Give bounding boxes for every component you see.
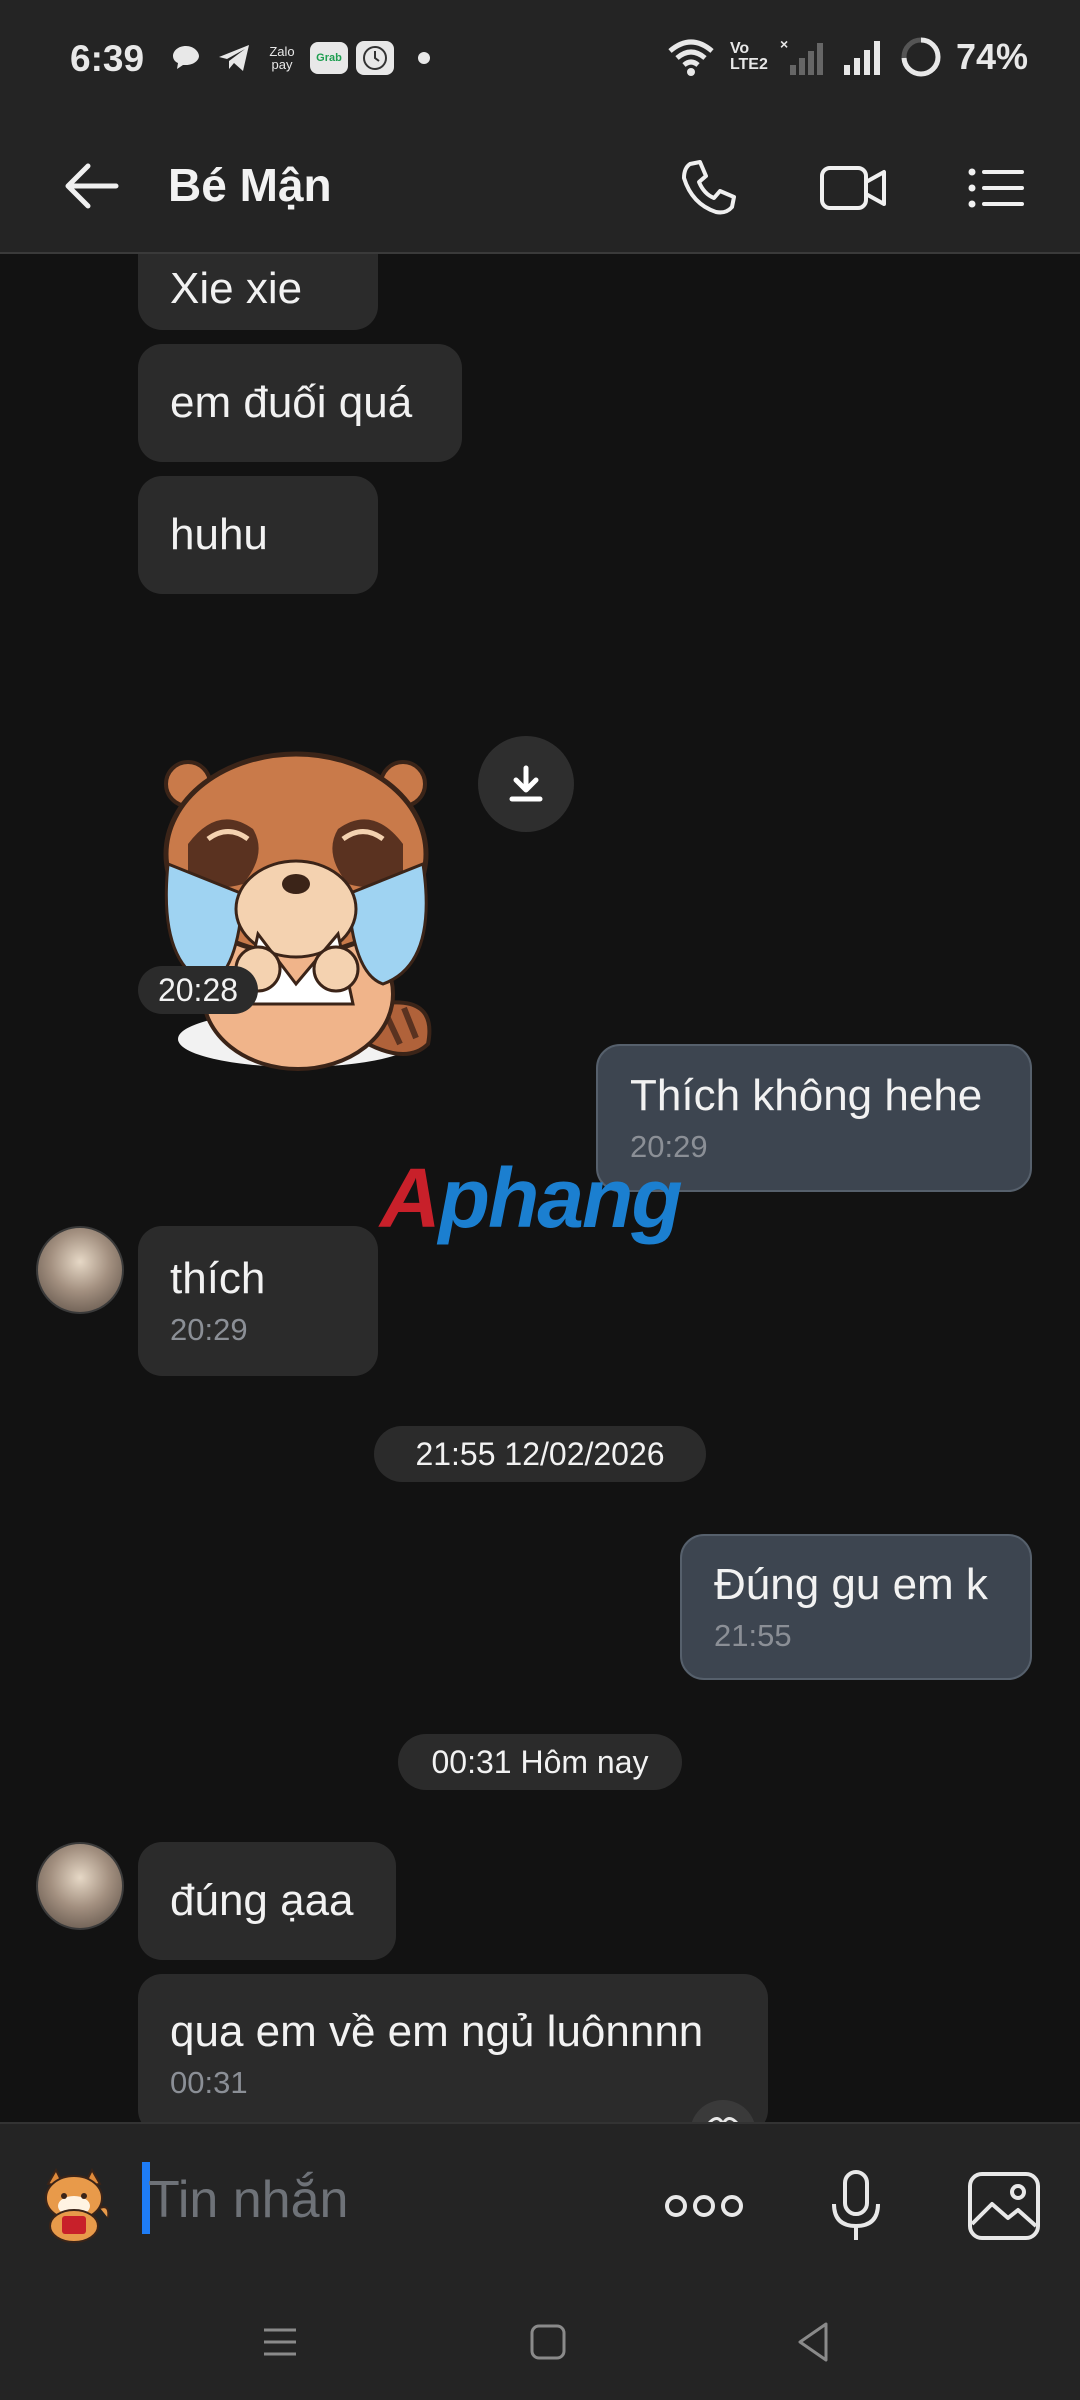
message-bubble[interactable]: thích 20:29: [138, 1226, 378, 1376]
message-text: đúng ạaa: [170, 1876, 354, 1925]
watermark-logo: Aphang: [380, 1150, 683, 1247]
message-bubble[interactable]: Xie xie: [138, 254, 378, 330]
recents-button[interactable]: [256, 2318, 304, 2366]
message-list[interactable]: Xie xie em đuối quá huhu 20:28 Thích khô…: [0, 254, 1080, 2122]
message-time: 20:29: [170, 1312, 248, 1347]
status-time: 6:39: [70, 38, 145, 79]
message-time: 20:29: [630, 1129, 708, 1164]
message-input-bar: [0, 2122, 1080, 2284]
chat-header: Bé Mận: [0, 120, 1080, 254]
contact-name[interactable]: Bé Mận: [168, 158, 332, 212]
watermark-logo-a: A: [380, 1151, 441, 1245]
more-options-button[interactable]: [662, 2164, 746, 2248]
download-sticker-button[interactable]: [478, 736, 574, 832]
avatar[interactable]: [36, 1226, 124, 1314]
message-time: 00:31: [170, 2065, 248, 2100]
chat-menu-button[interactable]: [966, 156, 1026, 220]
status-bar: 6:39 Zalo pay Grab Vo LTE2 × 74%: [0, 0, 1080, 120]
date-separator: 21:55 12/02/2026: [374, 1426, 706, 1482]
home-button[interactable]: [524, 2318, 572, 2366]
video-camera-icon: [820, 166, 886, 210]
message-text: em đuối quá: [170, 378, 413, 427]
shiba-sticker-icon: [45, 2167, 110, 2243]
image-picker-button[interactable]: [962, 2164, 1046, 2248]
signal-sim1-icon: [843, 41, 880, 75]
message-text: Đúng gu em k: [714, 1560, 988, 1609]
back-nav-button[interactable]: [790, 2318, 838, 2366]
grab-label: Grab: [316, 52, 342, 64]
signal-sim2-icon: ×: [780, 37, 823, 75]
reaction-heart-button[interactable]: [690, 2100, 756, 2122]
message-bubble[interactable]: em đuối quá: [138, 344, 462, 462]
message-text: huhu: [170, 510, 268, 559]
watermark-logo-phang: phang: [438, 1151, 683, 1245]
avatar[interactable]: [36, 1842, 124, 1930]
volte-icon: Vo LTE2: [729, 40, 768, 73]
wifi-icon: [668, 39, 714, 76]
image-gallery-icon: [968, 2172, 1040, 2240]
heart-outline-icon: [708, 2117, 738, 2122]
message-bubble[interactable]: huhu: [138, 476, 378, 594]
zalopay-icon: Zalo pay: [262, 40, 302, 76]
telegram-icon: [214, 40, 254, 76]
microphone-icon: [832, 2170, 880, 2240]
home-square-icon: [530, 2324, 566, 2360]
back-arrow-icon: [65, 163, 119, 209]
list-menu-icon: [968, 168, 1024, 208]
recents-menu-icon: [264, 2328, 296, 2356]
video-call-button[interactable]: [818, 156, 890, 220]
message-timestamp: 20:28: [138, 966, 258, 1014]
voice-message-button[interactable]: [814, 2164, 898, 2248]
sticker-button[interactable]: [34, 2164, 114, 2244]
message-text: qua em về em ngủ luônnnn: [170, 2007, 704, 2056]
message-input[interactable]: [140, 2164, 630, 2236]
battery-percent: 74%: [955, 36, 1028, 77]
battery-ring-icon: [901, 37, 941, 77]
date-separator: 00:31 Hôm nay: [398, 1734, 682, 1790]
clock-app-icon: [356, 41, 394, 75]
more-dot-icon: [412, 40, 436, 76]
zalopay-label: Zalo pay: [269, 44, 295, 72]
sticker-crying-raccoon[interactable]: [148, 614, 448, 1204]
message-text: Xie xie: [170, 264, 303, 313]
status-right-cluster: Vo LTE2 × 74%: [666, 36, 1028, 78]
back-button[interactable]: [60, 158, 130, 214]
grab-icon: Grab: [310, 42, 348, 74]
more-horizontal-icon: [665, 2195, 743, 2217]
message-text: Thích không hehe: [630, 1071, 983, 1120]
message-time: 21:55: [714, 1618, 792, 1653]
chat-bubble-icon: [168, 40, 204, 76]
phone-icon: [682, 160, 736, 215]
download-icon: [509, 765, 543, 802]
system-navigation-bar: [0, 2282, 1080, 2400]
svg-text:×: ×: [780, 37, 788, 52]
voice-call-button[interactable]: [676, 156, 740, 220]
message-bubble-sent[interactable]: Đúng gu em k 21:55: [680, 1534, 1032, 1680]
back-triangle-icon: [798, 2322, 828, 2362]
message-bubble[interactable]: đúng ạaa: [138, 1842, 396, 1960]
message-text: thích: [170, 1254, 266, 1303]
crying-raccoon-sticker-image: [163, 751, 432, 1071]
message-bubble[interactable]: qua em về em ngủ luônnnn 00:31: [138, 1974, 768, 2122]
